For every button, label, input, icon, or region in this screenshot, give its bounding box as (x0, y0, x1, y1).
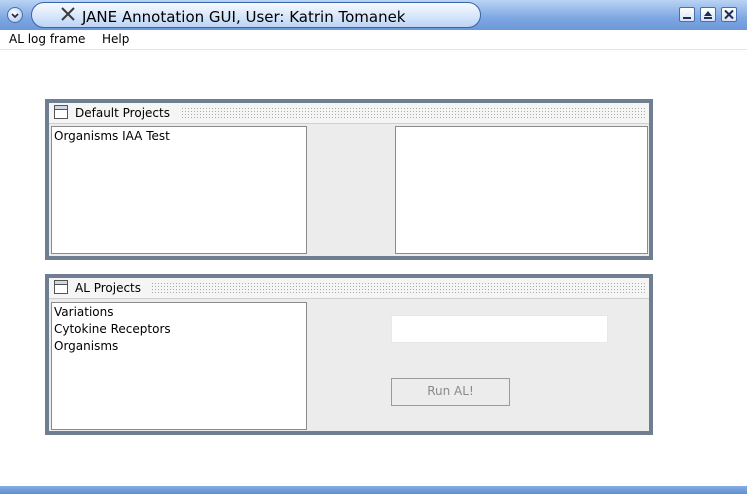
list-item[interactable]: Variations (54, 304, 304, 321)
list-item[interactable]: Cytokine Receptors (54, 321, 304, 338)
app-icon (61, 7, 75, 21)
al-project-input[interactable] (391, 315, 608, 343)
close-button[interactable] (721, 7, 737, 22)
default-projects-titlebar[interactable]: Default Projects (49, 103, 649, 124)
list-item[interactable]: Organisms (54, 338, 304, 355)
window-title: JANE Annotation GUI, User: Katrin Tomane… (82, 8, 406, 26)
default-projects-detail-list[interactable] (395, 126, 648, 254)
title-grip (151, 282, 647, 294)
title-bar[interactable]: JANE Annotation GUI, User: Katrin Tomane… (0, 0, 747, 30)
al-projects-list[interactable]: Variations Cytokine Receptors Organisms (51, 302, 307, 430)
maximize-button[interactable] (700, 7, 716, 22)
default-projects-panel: Default Projects Organisms IAA Test (45, 99, 653, 260)
window-menu-icon[interactable] (7, 7, 23, 23)
menu-help[interactable]: Help (102, 32, 129, 46)
maximize-icon (704, 11, 712, 19)
default-projects-title: Default Projects (75, 106, 170, 120)
list-item[interactable]: Organisms IAA Test (54, 128, 304, 145)
window-bottom-border (0, 486, 747, 494)
minimize-icon (683, 17, 691, 19)
internal-frame-icon (54, 280, 68, 294)
default-projects-list[interactable]: Organisms IAA Test (51, 126, 307, 254)
internal-frame-icon (54, 105, 68, 119)
title-pill: JANE Annotation GUI, User: Katrin Tomane… (31, 2, 481, 28)
al-projects-panel: AL Projects Variations Cytokine Receptor… (45, 274, 653, 435)
al-projects-titlebar[interactable]: AL Projects (49, 278, 649, 299)
menu-al-log-frame[interactable]: AL log frame (9, 32, 85, 46)
title-grip (181, 107, 647, 119)
run-al-button[interactable]: Run AL! (391, 378, 510, 406)
close-icon (724, 9, 734, 20)
menu-bar: AL log frame Help (0, 30, 747, 50)
minimize-button[interactable] (679, 7, 695, 22)
al-projects-title: AL Projects (75, 281, 142, 295)
